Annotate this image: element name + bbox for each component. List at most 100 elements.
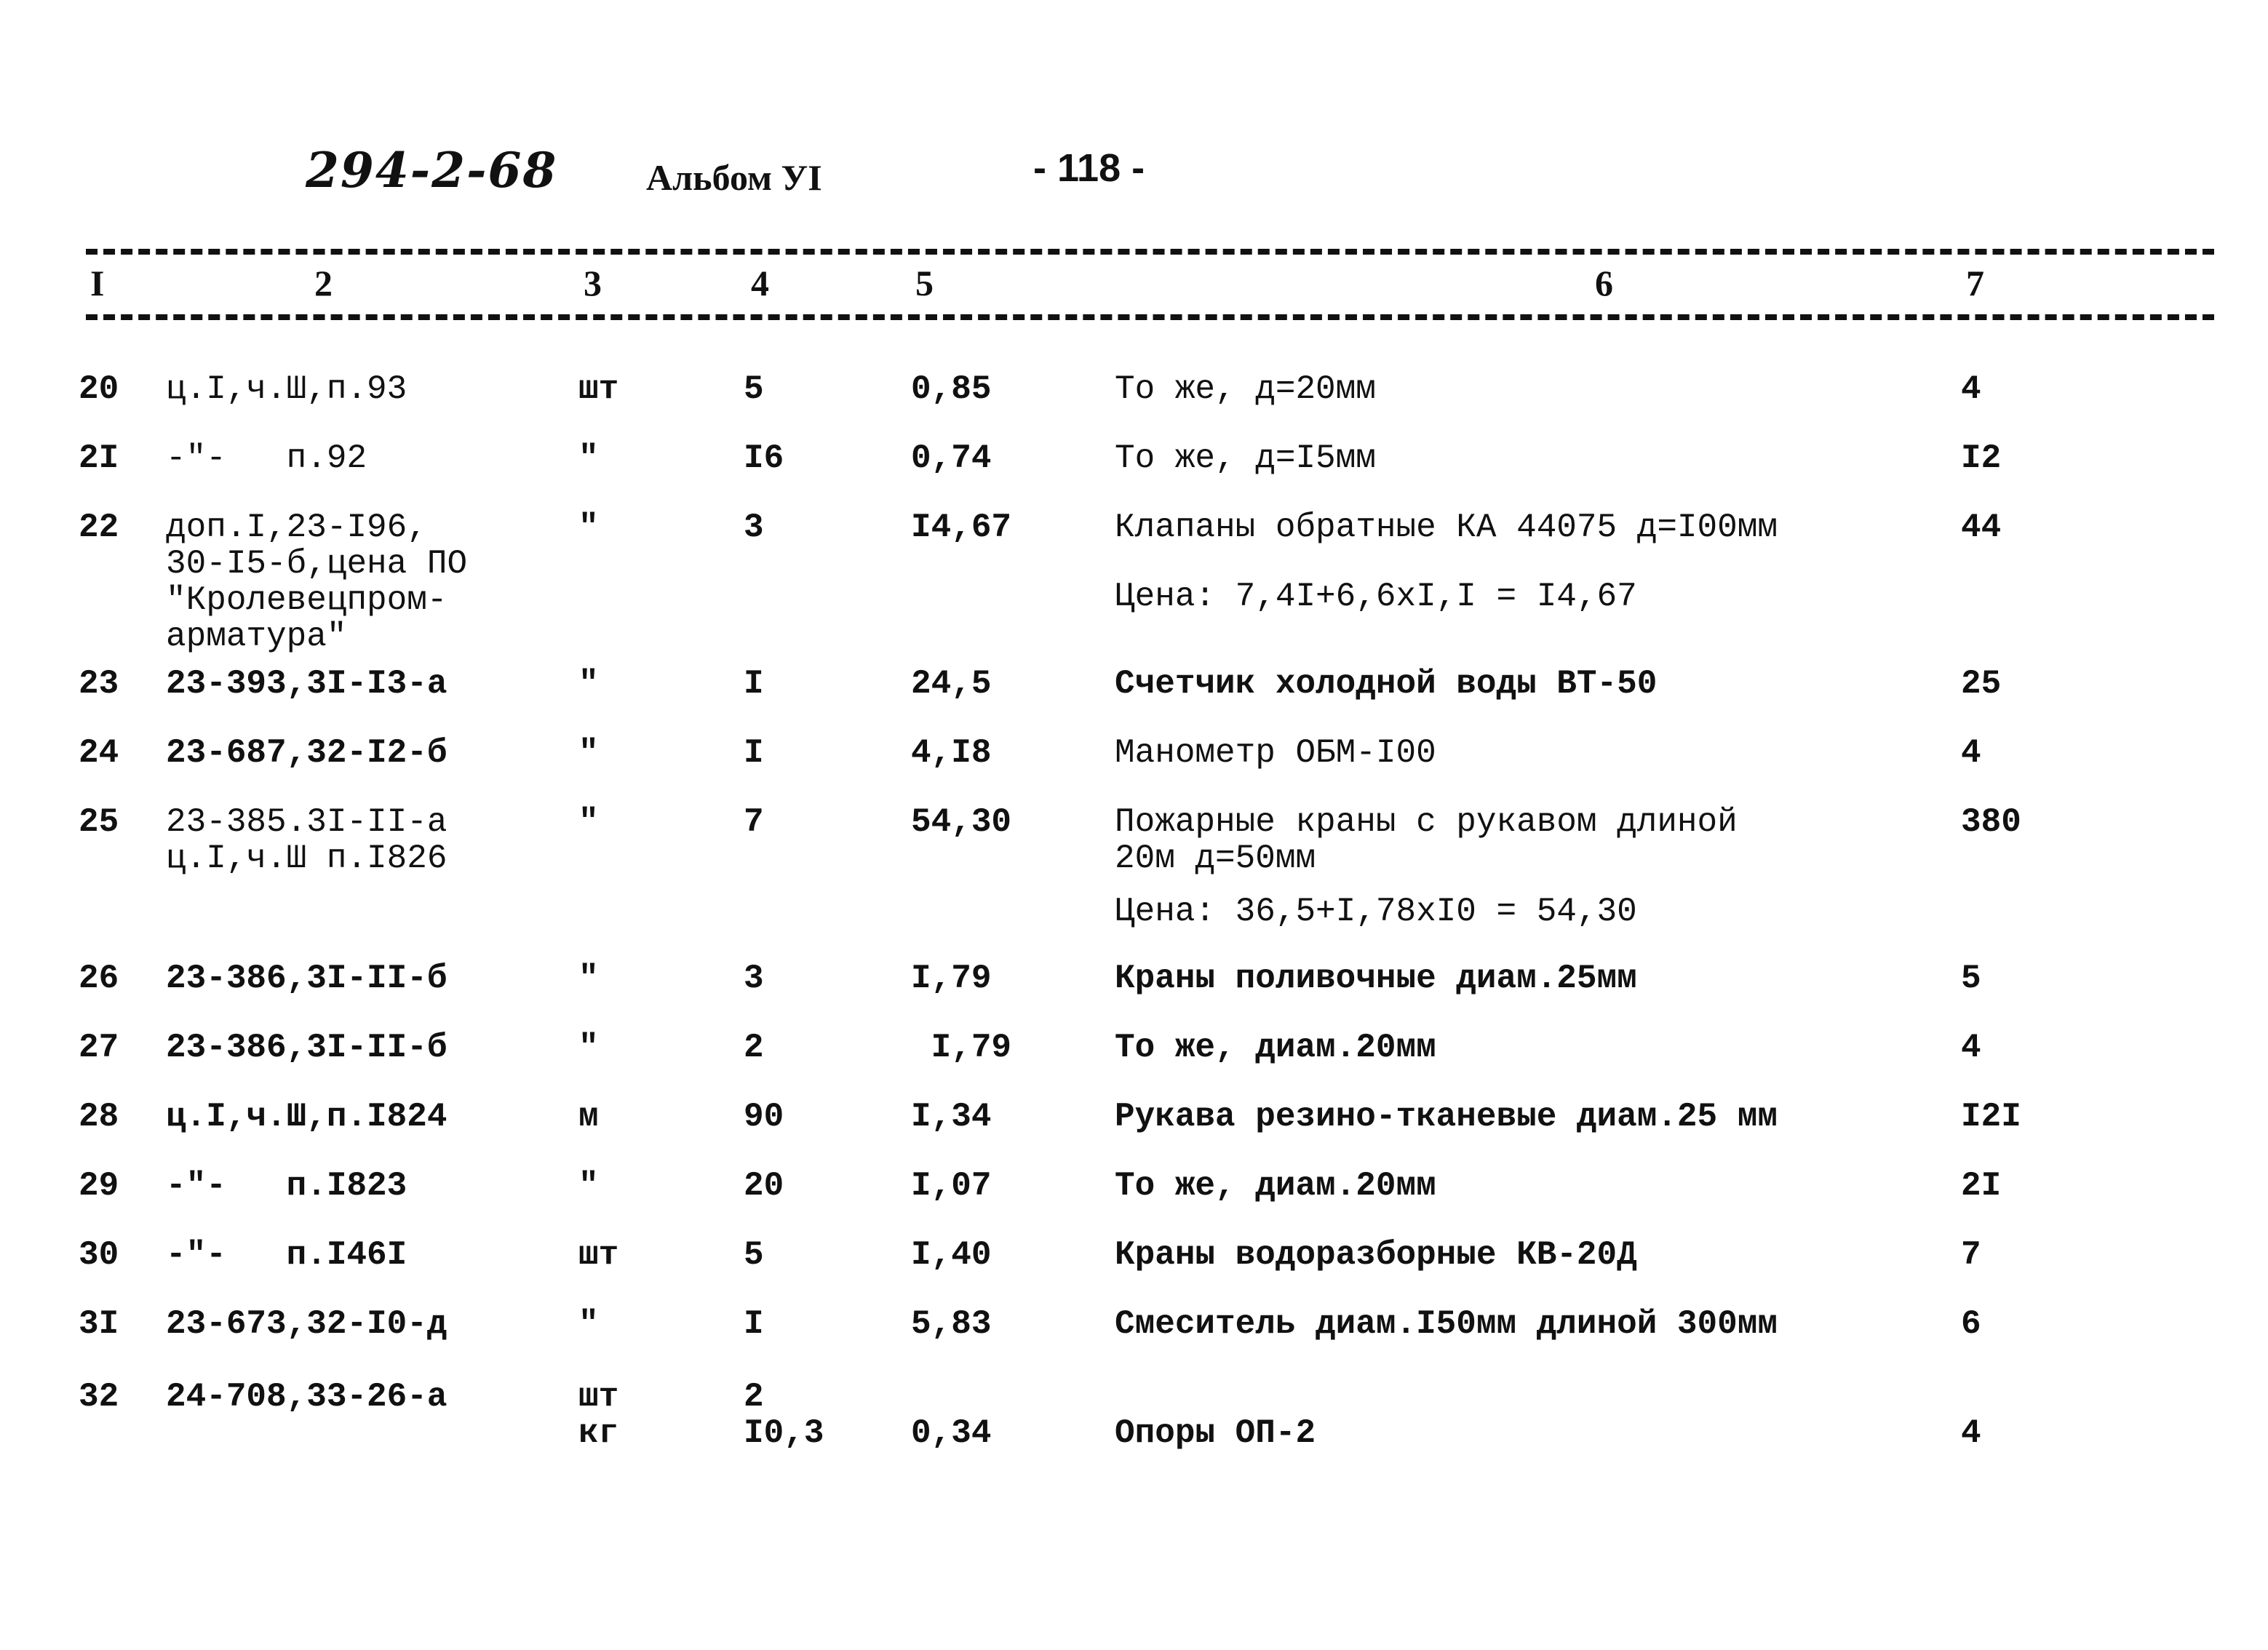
row-13-total-cost: 4 bbox=[1961, 1414, 1981, 1452]
row-3-reference: доп.I,23-I96, 30-I5-б,цена ПО "Кролевецп… bbox=[166, 509, 468, 655]
row-12-quantity: I bbox=[744, 1305, 764, 1343]
row-10-description: То же, диам.20мм bbox=[1115, 1167, 1436, 1205]
row-4-row-number: 23 bbox=[79, 665, 119, 703]
row-3-unit: " bbox=[578, 509, 599, 546]
row-1-quantity: 5 bbox=[744, 370, 764, 408]
column-header-6: 6 bbox=[1595, 263, 1613, 303]
row-9-reference: ц.I,ч.Ш,п.I824 bbox=[166, 1098, 447, 1136]
row-3-quantity: 3 bbox=[744, 509, 764, 546]
row-1-total-cost: 4 bbox=[1961, 370, 1981, 408]
row-6-unit: " bbox=[578, 803, 599, 841]
row-8-reference: 23-386,3I-II-б bbox=[166, 1029, 447, 1067]
row-9-unit: м bbox=[578, 1098, 599, 1136]
row-8-description: То же, диам.20мм bbox=[1115, 1029, 1436, 1067]
header-divider-top bbox=[86, 249, 2214, 255]
row-6-description: Пожарные краны с рукавом длиной 20м д=50… bbox=[1115, 803, 1738, 877]
row-2-row-number: 2I bbox=[79, 439, 119, 477]
row-11-reference: -"- п.I46I bbox=[166, 1236, 407, 1274]
row-1-description: То же, д=20мм bbox=[1115, 370, 1376, 408]
row-2-reference: -"- п.92 bbox=[166, 439, 367, 477]
row-5-row-number: 24 bbox=[79, 734, 119, 772]
header-divider-bottom bbox=[86, 314, 2214, 320]
row-11-total-cost: 7 bbox=[1961, 1236, 1981, 1274]
row-1-reference: ц.I,ч.Ш,п.93 bbox=[166, 370, 407, 408]
row-9-total-cost: I2I bbox=[1961, 1098, 2021, 1136]
row-6-unit-price: 54,30 bbox=[911, 803, 1012, 841]
row-9-quantity: 90 bbox=[744, 1098, 784, 1136]
column-header-7: 7 bbox=[1966, 263, 1984, 303]
row-5-quantity: I bbox=[744, 734, 764, 772]
row-13-unit: шт кг bbox=[578, 1378, 619, 1452]
row-10-reference: -"- п.I823 bbox=[166, 1167, 407, 1205]
column-header-4: 4 bbox=[751, 263, 769, 303]
row-4-reference: 23-393,3I-I3-а bbox=[166, 665, 447, 703]
row-6-total-cost: 380 bbox=[1961, 803, 2021, 841]
row-13-row-number: 32 bbox=[79, 1378, 119, 1416]
row-6-reference: 23-385.3I-II-а ц.I,ч.Ш п.I826 bbox=[166, 803, 447, 877]
row-6-row-number: 25 bbox=[79, 803, 119, 841]
row-3-unit-price: I4,67 bbox=[911, 509, 1012, 546]
row-8-quantity: 2 bbox=[744, 1029, 764, 1067]
row-12-description: Смеситель диам.I50мм длиной 300мм bbox=[1115, 1305, 1778, 1343]
column-header-5: 5 bbox=[915, 263, 934, 303]
page-number: - 118 - bbox=[1033, 146, 1145, 190]
row-4-unit: " bbox=[578, 665, 599, 703]
row-7-unit: " bbox=[578, 960, 599, 997]
row-2-description: То же, д=I5мм bbox=[1115, 439, 1376, 477]
row-5-unit-price: 4,I8 bbox=[911, 734, 992, 772]
row-11-unit: шт bbox=[578, 1236, 619, 1274]
row-11-quantity: 5 bbox=[744, 1236, 764, 1274]
row-7-quantity: 3 bbox=[744, 960, 764, 997]
row-2-unit: " bbox=[578, 439, 599, 477]
row-8-total-cost: 4 bbox=[1961, 1029, 1981, 1067]
row-10-row-number: 29 bbox=[79, 1167, 119, 1205]
row-10-quantity: 20 bbox=[744, 1167, 784, 1205]
row-3-total-cost: 44 bbox=[1961, 509, 2002, 546]
row-4-total-cost: 25 bbox=[1961, 665, 2002, 703]
row-7-unit-price: I,79 bbox=[911, 960, 992, 997]
row-10-unit-price: I,07 bbox=[911, 1167, 992, 1205]
row-2-total-cost: I2 bbox=[1961, 439, 2002, 477]
row-7-reference: 23-386,3I-II-б bbox=[166, 960, 447, 997]
row-1-unit-price: 0,85 bbox=[911, 370, 992, 408]
row-12-reference: 23-673,32-I0-д bbox=[166, 1305, 447, 1343]
row-10-total-cost: 2I bbox=[1961, 1167, 2002, 1205]
row-13-unit-price: 0,34 bbox=[911, 1414, 992, 1452]
row-7-description: Краны поливочные диам.25мм bbox=[1115, 960, 1637, 997]
row-8-row-number: 27 bbox=[79, 1029, 119, 1067]
row-7-total-cost: 5 bbox=[1961, 960, 1981, 997]
row-5-unit: " bbox=[578, 734, 599, 772]
row-10-unit: " bbox=[578, 1167, 599, 1205]
row-3-row-number: 22 bbox=[79, 509, 119, 546]
document-code: 294-2-68 bbox=[306, 142, 558, 199]
row-5-description: Манометр ОБМ-I00 bbox=[1115, 734, 1436, 772]
row-12-total-cost: 6 bbox=[1961, 1305, 1981, 1343]
column-header-2: 2 bbox=[314, 263, 333, 303]
row-12-unit: " bbox=[578, 1305, 599, 1343]
row-4-description: Счетчик холодной воды ВТ-50 bbox=[1115, 665, 1658, 703]
row-8-unit-price: I,79 bbox=[911, 1029, 1012, 1067]
row-1-row-number: 20 bbox=[79, 370, 119, 408]
row-7-row-number: 26 bbox=[79, 960, 119, 997]
row-4-quantity: I bbox=[744, 665, 764, 703]
row-2-quantity: I6 bbox=[744, 439, 784, 477]
column-header-1: I bbox=[90, 263, 105, 303]
row-4-unit-price: 24,5 bbox=[911, 665, 992, 703]
row-6-quantity: 7 bbox=[744, 803, 764, 841]
row-13-reference: 24-708,33-26-а bbox=[166, 1378, 447, 1416]
row-9-description: Рукава резино-тканевые диам.25 мм bbox=[1115, 1098, 1778, 1136]
row-11-description: Краны водоразборные КВ-20Д bbox=[1115, 1236, 1637, 1274]
row-3-description: Клапаны обратные КА 44075 д=I00мм bbox=[1115, 509, 1778, 546]
row-1-unit: шт bbox=[578, 370, 619, 408]
row-12-row-number: 3I bbox=[79, 1305, 119, 1343]
row-2-unit-price: 0,74 bbox=[911, 439, 992, 477]
row-8-unit: " bbox=[578, 1029, 599, 1067]
row-13-description: Опоры ОП-2 bbox=[1115, 1414, 1316, 1452]
row-6-price-calculation: Цена: 36,5+I,78хI0 = 54,30 bbox=[1115, 893, 1637, 930]
row-5-reference: 23-687,32-I2-б bbox=[166, 734, 447, 772]
row-9-unit-price: I,34 bbox=[911, 1098, 992, 1136]
row-11-unit-price: I,40 bbox=[911, 1236, 992, 1274]
column-header-3: 3 bbox=[584, 263, 602, 303]
row-5-total-cost: 4 bbox=[1961, 734, 1981, 772]
row-13-quantity: 2 I0,3 bbox=[744, 1378, 824, 1452]
